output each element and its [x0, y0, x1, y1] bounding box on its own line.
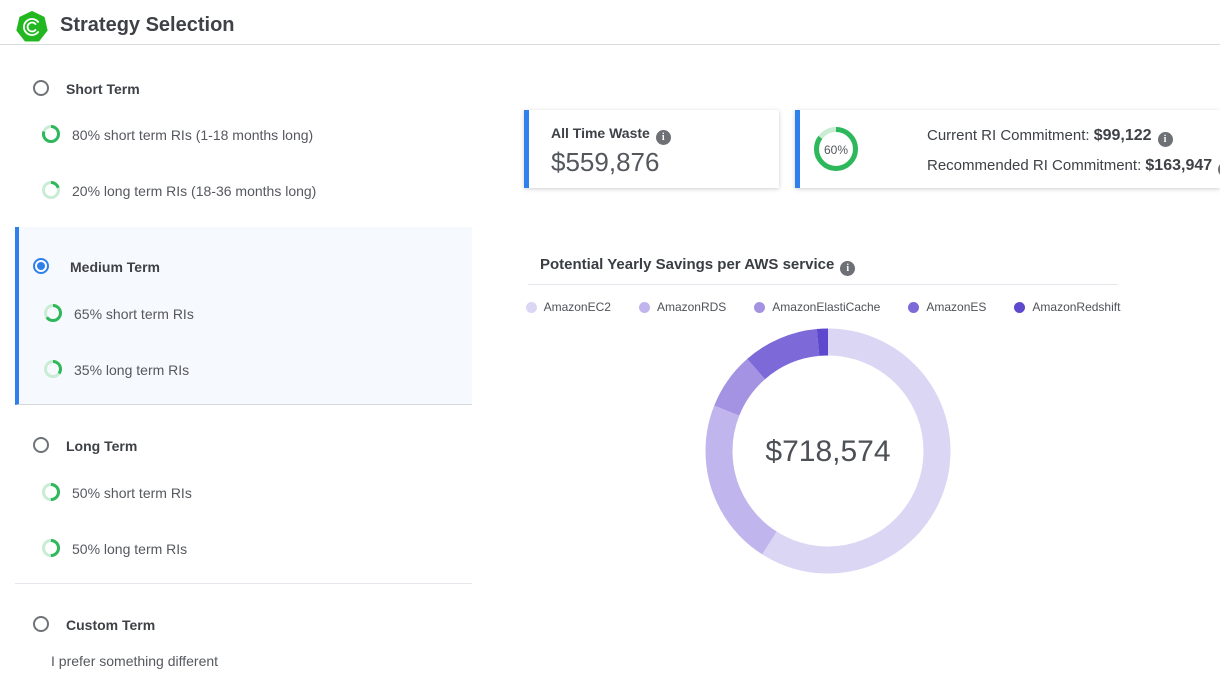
all-time-waste-card: All Time Waste $559,876 [524, 110, 779, 188]
donut-center-value: $718,574 [698, 435, 958, 469]
ri-mix-ring-icon [42, 181, 60, 204]
strategy-selection-page: Strategy Selection Short Term 80% short … [0, 0, 1220, 691]
ri-commitment-card: 60% Current RI Commitment: $99,122 Recom… [795, 110, 1220, 188]
strategy-option-label: 50% short term RIs [72, 485, 192, 501]
strategy-option-label: 65% short term RIs [74, 306, 194, 322]
legend-dot-icon [639, 302, 650, 313]
strategy-option-label: 50% long term RIs [72, 541, 187, 557]
legend-item-AmazonElastiCache[interactable]: AmazonElastiCache [754, 300, 880, 314]
radio-medium-term[interactable] [33, 258, 49, 274]
current-commitment-label: Current RI Commitment: [927, 127, 1090, 144]
legend-label: AmazonEC2 [544, 300, 611, 314]
waste-info-icon[interactable] [656, 130, 671, 145]
chart-info-icon[interactable] [840, 261, 855, 276]
current-commitment-value: $99,122 [1094, 127, 1152, 144]
legend-label: AmazonElastiCache [772, 300, 880, 314]
legend-item-AmazonES[interactable]: AmazonES [908, 300, 986, 314]
radio-custom-term[interactable] [33, 616, 49, 632]
legend-dot-icon [908, 302, 919, 313]
legend-dot-icon [1014, 302, 1025, 313]
legend-item-AmazonRDS[interactable]: AmazonRDS [639, 300, 726, 314]
legend-label: AmazonRedshift [1032, 300, 1120, 314]
strategy-label-short-term: Short Term [66, 81, 140, 97]
recommended-commitment-value: $163,947 [1145, 157, 1212, 174]
ri-mix-ring-icon [44, 360, 62, 383]
strategy-option-label: 35% long term RIs [74, 362, 189, 378]
chart-header-divider [528, 284, 1118, 285]
legend-label: AmazonRDS [657, 300, 726, 314]
section-divider [15, 583, 472, 584]
radio-short-term[interactable] [33, 80, 49, 96]
strategy-label-medium-term: Medium Term [70, 259, 160, 275]
current-commitment-info-icon[interactable] [1158, 132, 1173, 147]
legend-item-AmazonEC2[interactable]: AmazonEC2 [526, 300, 611, 314]
page-title: Strategy Selection [60, 14, 235, 37]
cloudability-logo-icon [16, 11, 48, 43]
radio-long-term[interactable] [33, 437, 49, 453]
legend-dot-icon [754, 302, 765, 313]
waste-card-value: $559,876 [551, 147, 659, 178]
legend-label: AmazonES [926, 300, 986, 314]
waste-card-label: All Time Waste [551, 125, 650, 141]
strategy-label-custom-term: Custom Term [66, 617, 155, 633]
legend-item-AmazonRedshift[interactable]: AmazonRedshift [1014, 300, 1120, 314]
custom-term-description: I prefer something different [51, 653, 218, 669]
strategy-option-label: 80% short term RIs (1-18 months long) [72, 127, 313, 143]
ri-mix-ring-icon [42, 539, 60, 562]
recommended-commitment-label: Recommended RI Commitment: [927, 157, 1141, 174]
strategy-option-label: 20% long term RIs (18-36 months long) [72, 183, 316, 199]
strategy-label-long-term: Long Term [66, 438, 137, 454]
legend-dot-icon [526, 302, 537, 313]
ri-mix-ring-icon [42, 483, 60, 506]
commitment-ring-label: 60% [814, 143, 858, 157]
chart-legend: AmazonEC2 AmazonRDS AmazonElastiCache Amazo… [528, 300, 1118, 314]
app-header: Strategy Selection [0, 0, 1220, 45]
ri-mix-ring-icon [44, 304, 62, 327]
ri-mix-ring-icon [42, 125, 60, 148]
chart-title: Potential Yearly Savings per AWS service [540, 256, 855, 276]
